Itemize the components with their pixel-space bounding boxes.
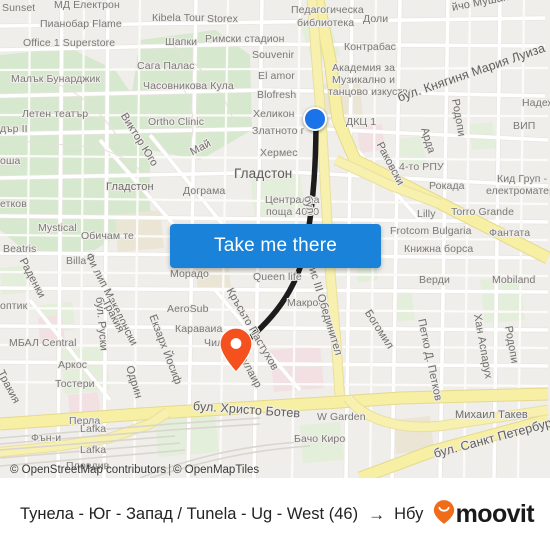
origin-circle-icon[interactable] xyxy=(303,107,327,131)
footer-bar: Тунела - Юг - Запад / Tunela - Ug - West… xyxy=(0,478,550,550)
map-canvas[interactable]: .blk { fill:#f4f2ef; stroke:#e4e1dc; str… xyxy=(0,0,550,478)
moovit-logo[interactable]: moovit xyxy=(433,499,535,530)
map-attribution: © OpenStreetMap contributors | © OpenMapTi… xyxy=(0,462,550,478)
route-origin-label: Тунела - Юг - Запад / Tunela - Ug - West… xyxy=(20,504,359,523)
route-summary: Тунела - Юг - Запад / Tunela - Ug - West… xyxy=(20,505,423,524)
moovit-pin-smile-icon xyxy=(433,499,455,530)
route-destination-label: Нбу xyxy=(394,504,424,523)
openmaptiles-attribution-link[interactable]: © OpenMapTiles xyxy=(173,464,259,476)
take-me-there-button[interactable]: Take me there xyxy=(170,224,381,268)
osm-attribution-link[interactable]: © OpenStreetMap contributors xyxy=(10,464,166,476)
app-screen: .blk { fill:#f4f2ef; stroke:#e4e1dc; str… xyxy=(0,0,550,550)
arrow-right-icon: → xyxy=(368,504,386,524)
moovit-wordmark: moovit xyxy=(455,499,535,528)
destination-pin-icon[interactable] xyxy=(219,327,253,373)
